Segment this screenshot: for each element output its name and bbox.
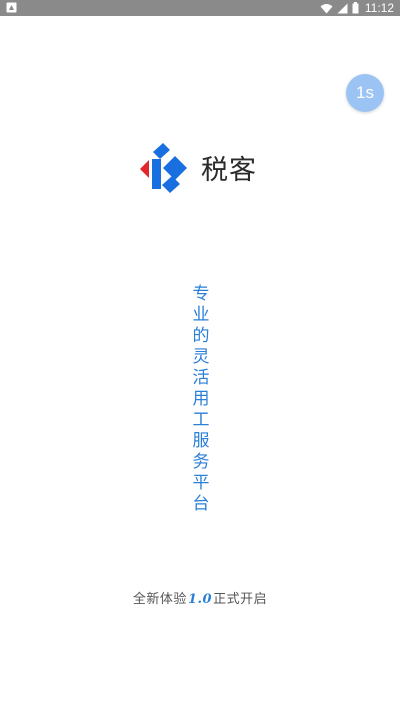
- status-time: 11:12: [364, 1, 394, 15]
- footer-tagline: 全新体验1.0正式开启: [0, 588, 400, 607]
- slogan: 专业的灵活用工服务平台: [192, 284, 210, 514]
- battery-icon: [352, 2, 359, 14]
- status-icons: 11:12: [320, 0, 394, 16]
- skip-timer-button[interactable]: 1s: [346, 74, 384, 112]
- footer-suffix: 正式开启: [213, 592, 268, 607]
- sim-icon: [6, 2, 17, 13]
- status-bar: 11:12: [0, 0, 400, 16]
- brand-name: 税客: [201, 155, 257, 186]
- wifi-icon: [320, 3, 333, 13]
- footer-version: 1.0: [187, 592, 213, 607]
- signal-icon: [337, 3, 348, 13]
- brand-logo-icon: [140, 143, 187, 193]
- footer-prefix: 全新体验: [132, 592, 187, 607]
